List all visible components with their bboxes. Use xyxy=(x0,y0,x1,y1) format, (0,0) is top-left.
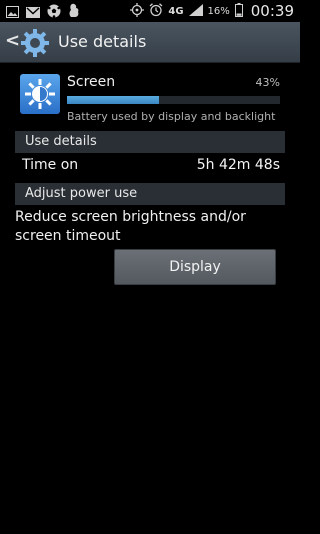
section-header-adjust-power: Adjust power use xyxy=(15,183,285,205)
time-on-label: Time on xyxy=(22,157,79,173)
time-on-value: 5h 42m 48s xyxy=(196,157,280,173)
image-icon xyxy=(6,3,19,22)
soccer-ball-icon xyxy=(47,3,61,22)
location-icon xyxy=(130,2,145,20)
usage-bar xyxy=(67,96,280,104)
clock: 00:39 xyxy=(250,2,294,20)
back-chevron-icon[interactable]: < xyxy=(5,30,20,51)
usage-percent: 43% xyxy=(255,76,280,89)
battery-icon xyxy=(234,2,243,20)
squirrel-icon xyxy=(68,3,80,22)
battery-percent: 16% xyxy=(207,5,230,17)
network-4g-icon: 4G xyxy=(168,5,184,17)
status-bar: 4G 16% 00:39 xyxy=(0,0,300,22)
system-status: 4G 16% 00:39 xyxy=(130,2,294,20)
usage-bar-fill xyxy=(67,96,159,104)
screen-brightness-icon xyxy=(20,74,60,114)
action-bar: < Use details xyxy=(0,22,300,63)
page-title: Use details xyxy=(58,32,147,51)
notification-icons xyxy=(6,3,80,22)
adjust-power-text: Reduce screen brightness and/or screen t… xyxy=(15,209,246,244)
gear-icon[interactable] xyxy=(20,28,50,58)
signal-icon xyxy=(188,3,203,19)
app-name: Screen xyxy=(67,74,116,90)
display-button[interactable]: Display xyxy=(114,249,276,285)
section-header-use-details: Use details xyxy=(15,131,285,153)
alarm-icon xyxy=(149,2,163,20)
app-description: Battery used by display and backlight xyxy=(67,110,276,123)
mail-icon xyxy=(26,3,40,22)
